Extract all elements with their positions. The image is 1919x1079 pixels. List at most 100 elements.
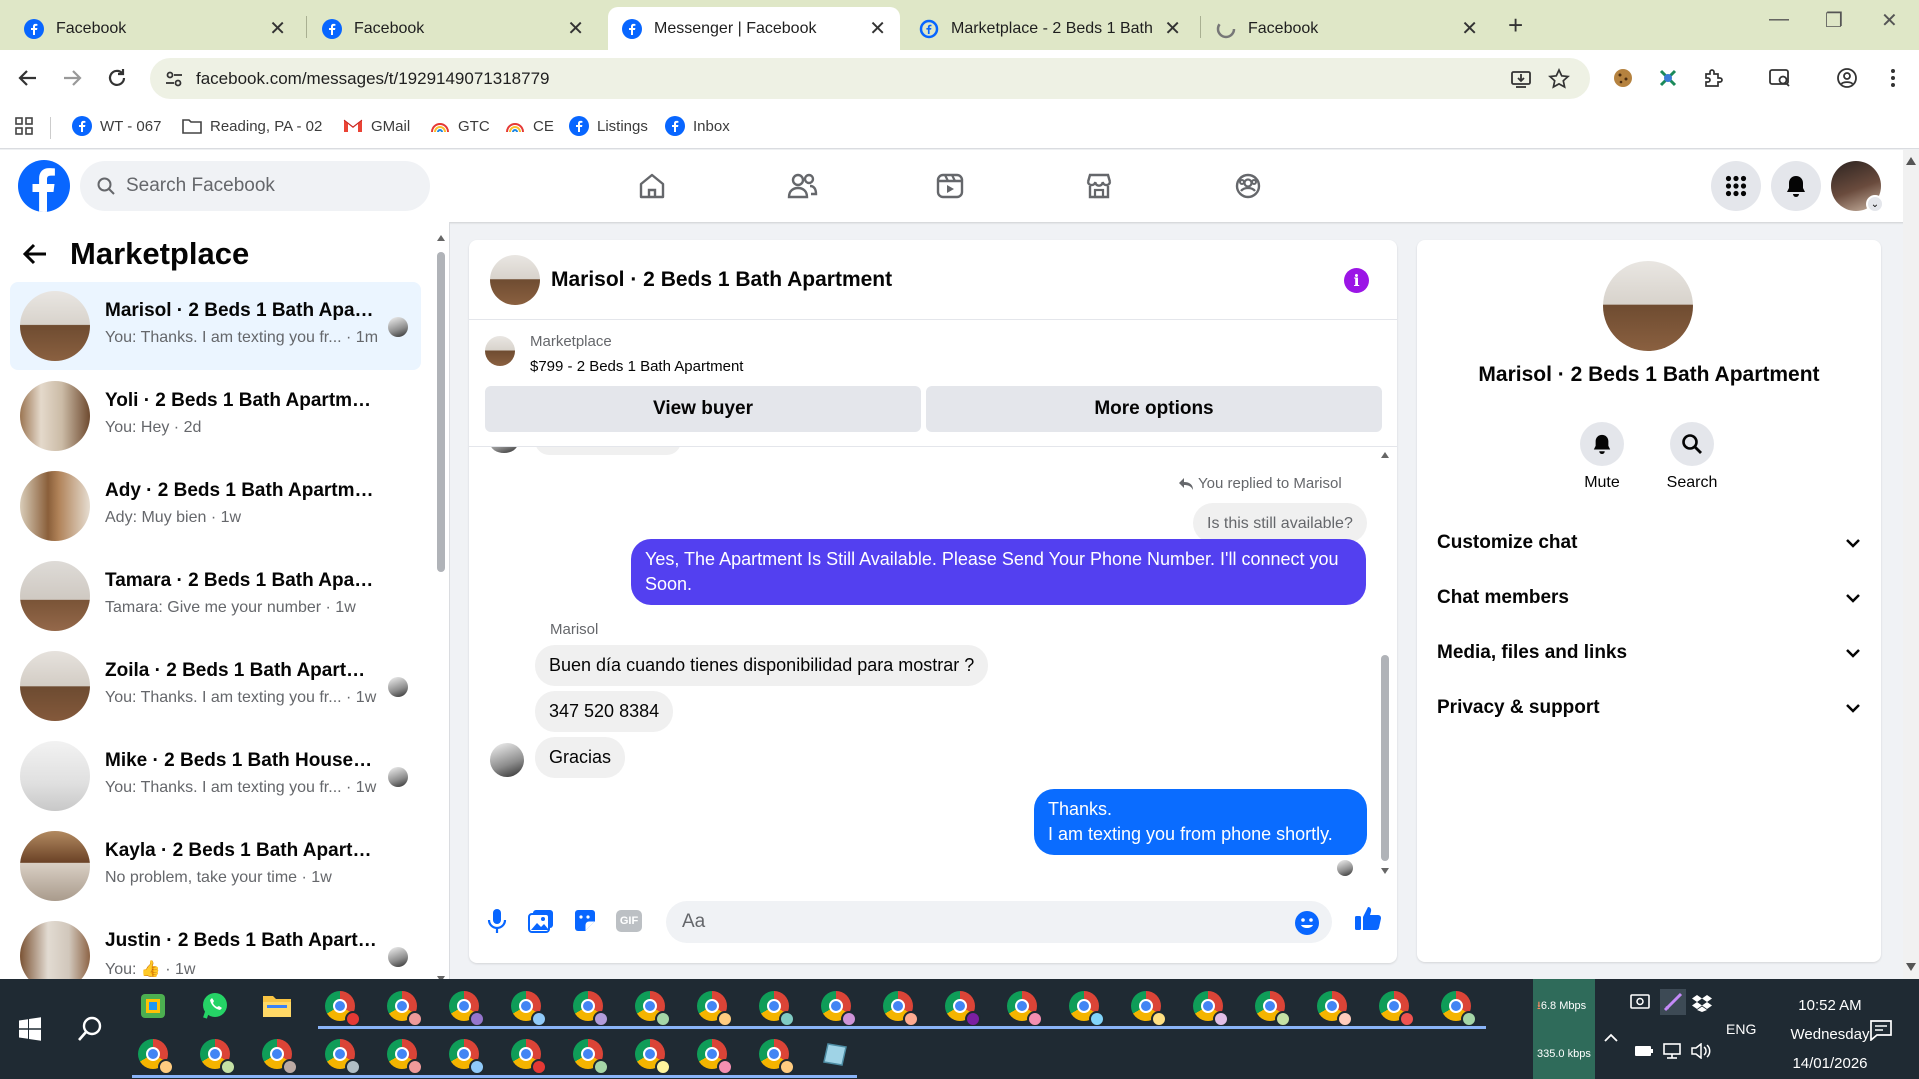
message-input-box[interactable] (666, 901, 1332, 943)
home-icon[interactable] (630, 164, 674, 208)
friends-icon[interactable] (780, 164, 824, 208)
incoming-message[interactable]: Buen día cuando tienes disponibilidad pa… (535, 645, 989, 686)
taskbar-search-icon[interactable] (73, 1012, 107, 1046)
chrome-profile-app-icon[interactable] (260, 1037, 298, 1075)
bookmark-ce[interactable]: CE (505, 116, 554, 136)
conversation-item[interactable]: Marisol · 2 Beds 1 Bath Apart... You: Th… (10, 282, 421, 370)
thumbs-up-icon[interactable] (1353, 903, 1383, 933)
mute-button[interactable]: Mute (1562, 422, 1642, 492)
conversation-item[interactable]: Kayla · 2 Beds 1 Bath Apartment ... No p… (10, 822, 421, 910)
window-close-icon[interactable]: ✕ (1881, 8, 1898, 33)
cookie-extension-icon[interactable] (1610, 65, 1636, 91)
emoji-icon[interactable] (1294, 910, 1320, 936)
scroll-up-arrow-icon[interactable] (436, 234, 446, 242)
scroll-down-arrow-icon[interactable] (1905, 962, 1917, 972)
bookmark-gmail[interactable]: GMail (343, 116, 410, 136)
facebook-logo-icon[interactable] (18, 160, 70, 212)
message-input[interactable] (682, 911, 1242, 933)
gif-icon[interactable]: GIF (614, 906, 644, 936)
show-hidden-icons-chevron-icon[interactable] (1603, 1033, 1619, 1043)
quoted-message[interactable]: Is this still available? (1193, 503, 1367, 543)
chrome-profile-app-icon[interactable] (323, 989, 361, 1027)
chrome-profile-app-icon[interactable] (695, 989, 733, 1027)
browser-tab-2[interactable]: Facebook ✕ (308, 7, 598, 50)
install-app-icon[interactable] (1510, 68, 1532, 90)
close-icon[interactable]: ✕ (1164, 16, 1181, 41)
close-icon[interactable]: ✕ (1461, 16, 1478, 41)
file-explorer-icon[interactable] (260, 989, 294, 1023)
chrome-profile-app-icon[interactable] (1377, 989, 1415, 1027)
browser-menu-icon[interactable] (1880, 65, 1906, 91)
chrome-profile-app-icon[interactable] (633, 989, 671, 1027)
extensions-puzzle-icon[interactable] (1700, 65, 1726, 91)
conversation-item[interactable]: Mike · 2 Beds 1 Bath House fo... You: Th… (10, 732, 421, 820)
conversation-item[interactable]: Justin · 2 Beds 1 Bath Apartm... You: 👍 … (10, 912, 421, 979)
chrome-profile-app-icon[interactable] (1067, 989, 1105, 1027)
facebook-search-box[interactable] (80, 161, 430, 211)
gaming-icon[interactable] (1226, 164, 1270, 208)
chrome-profile-app-icon[interactable] (881, 989, 919, 1027)
address-bar[interactable]: facebook.com/messages/t/1929149071318779 (150, 58, 1590, 99)
chrome-profile-app-icon[interactable] (571, 989, 609, 1027)
chrome-profile-app-icon[interactable] (323, 1037, 361, 1075)
chrome-profile-app-icon[interactable] (1129, 989, 1167, 1027)
bookmark-reading-pa[interactable]: Reading, PA - 02 (182, 116, 322, 136)
menu-grid-icon[interactable] (1711, 161, 1761, 211)
chrome-profile-app-icon[interactable] (943, 989, 981, 1027)
close-icon[interactable]: ✕ (567, 16, 584, 41)
restore-icon[interactable]: ❐ (1825, 8, 1843, 33)
conversation-item[interactable]: Ady · 2 Beds 1 Bath Apartment Ady: Muy b… (10, 462, 421, 550)
chrome-profile-app-icon[interactable] (509, 1037, 547, 1075)
customize-chat-row[interactable]: Customize chat (1437, 523, 1861, 563)
volume-icon[interactable] (1690, 1043, 1712, 1059)
chrome-profile-app-icon[interactable] (1439, 989, 1477, 1027)
chat-members-row[interactable]: Chat members (1437, 578, 1861, 618)
apps-grid-icon[interactable] (14, 116, 34, 136)
privacy-support-row[interactable]: Privacy & support (1437, 688, 1861, 728)
chat-avatar[interactable] (490, 255, 540, 305)
incoming-message[interactable]: Gracias (535, 737, 626, 778)
profile-avatar[interactable]: ⌄ (1831, 161, 1884, 213)
outgoing-message[interactable]: Thanks. I am texting you from phone shor… (1034, 789, 1367, 855)
media-files-links-row[interactable]: Media, files and links (1437, 633, 1861, 673)
notification-center-icon[interactable] (1869, 1019, 1893, 1041)
chrome-profile-app-icon[interactable] (633, 1037, 671, 1075)
chevron-down-icon[interactable]: ⌄ (1866, 195, 1884, 213)
conversation-item[interactable]: Tamara · 2 Beds 1 Bath Apartment Tamara:… (10, 552, 421, 640)
forward-arrow-icon[interactable] (58, 64, 86, 92)
chrome-profile-app-icon[interactable] (447, 1037, 485, 1075)
battery-icon[interactable] (1634, 1045, 1654, 1057)
tab-search-icon[interactable] (1767, 65, 1793, 91)
conversation-item[interactable]: Yoli · 2 Beds 1 Bath Apartment f... You:… (10, 372, 421, 460)
microphone-icon[interactable] (482, 906, 512, 936)
url-text[interactable]: facebook.com/messages/t/1929149071318779 (196, 69, 549, 89)
scrollbar-thumb[interactable] (1381, 655, 1389, 861)
browser-tab-3-active[interactable]: Messenger | Facebook ✕ (608, 7, 900, 50)
chrome-profile-app-icon[interactable] (198, 1037, 236, 1075)
browser-tab-1[interactable]: Facebook ✕ (10, 7, 300, 50)
search-input[interactable] (126, 175, 396, 197)
notepad-app-icon[interactable] (819, 1037, 853, 1071)
bookmark-gtc[interactable]: GTC (430, 116, 490, 136)
chrome-profile-app-icon[interactable] (385, 989, 423, 1027)
chrome-profile-app-icon[interactable] (571, 1037, 609, 1075)
bookmark-inbox[interactable]: Inbox (665, 116, 730, 136)
back-arrow-icon[interactable] (14, 64, 42, 92)
scrollbar-thumb[interactable] (437, 252, 445, 572)
scroll-up-arrow-icon[interactable] (1905, 156, 1917, 166)
marketplace-icon[interactable] (1077, 164, 1121, 208)
minimize-icon[interactable]: — (1769, 8, 1789, 31)
outgoing-message[interactable]: Yes, The Apartment Is Still Available. P… (631, 539, 1366, 605)
scroll-up-arrow-icon[interactable] (1380, 451, 1390, 459)
chrome-profile-app-icon[interactable] (695, 1037, 733, 1075)
view-buyer-button[interactable]: View buyer (485, 386, 921, 432)
video-reels-icon[interactable] (928, 164, 972, 208)
whatsapp-icon[interactable] (198, 989, 232, 1023)
chrome-profile-app-icon[interactable] (509, 989, 547, 1027)
listing-price[interactable]: $799 - 2 Beds 1 Bath Apartment (530, 358, 743, 375)
message-scrollbar[interactable] (1380, 447, 1390, 878)
chrome-profile-app-icon[interactable] (757, 989, 795, 1027)
screen-share-icon[interactable] (1630, 994, 1650, 1012)
bookmark-star-icon[interactable] (1548, 68, 1570, 90)
notifications-bell-icon[interactable] (1771, 161, 1821, 211)
